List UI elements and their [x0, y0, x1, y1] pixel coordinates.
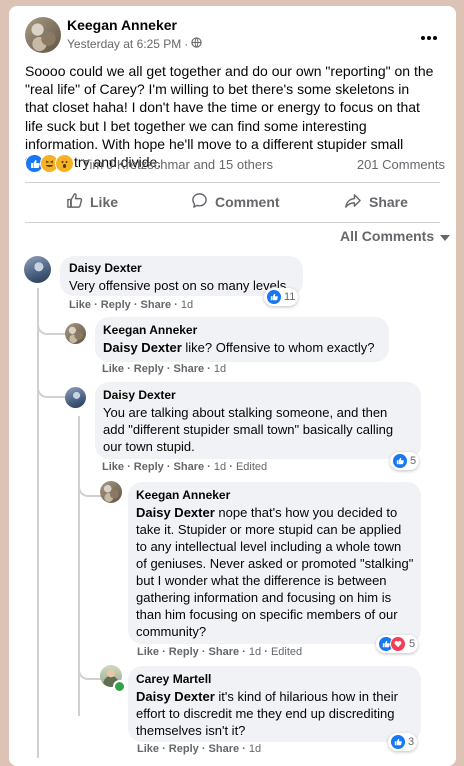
comment-actions: Like · Reply · Share · 1d	[69, 299, 194, 311]
reaction-count-badge[interactable]: 3	[388, 733, 418, 751]
comment-time[interactable]: 1d	[214, 461, 226, 473]
share-link[interactable]: Share	[209, 646, 240, 658]
like-label: Like	[90, 194, 119, 210]
comment-author[interactable]: Keegan Anneker	[103, 323, 197, 337]
sort-label: All Comments	[340, 228, 435, 244]
share-button[interactable]: Share	[344, 192, 408, 212]
like-button[interactable]: Like	[66, 192, 118, 212]
post-card: Keegan Anneker Yesterday at 6:25 PM · So…	[9, 6, 456, 766]
love-reaction-icon	[390, 636, 406, 652]
reply-link[interactable]: Reply	[101, 299, 131, 311]
comment-body: nope that's how you decided to take it. …	[136, 505, 414, 639]
reaction-count-badge[interactable]: 11	[264, 288, 299, 306]
comment-text: Daisy Dexter it's kind of hilarious how …	[136, 688, 414, 739]
share-icon	[344, 192, 362, 212]
post-time[interactable]: Yesterday at 6:25 PM	[67, 37, 181, 51]
comment-label: Comment	[215, 194, 280, 210]
comment-actions: Like · Reply · Share · 1d	[102, 363, 227, 375]
comment-text: You are talking about stalking someone, …	[103, 405, 394, 454]
comment-time[interactable]: 1d	[249, 646, 261, 658]
like-link[interactable]: Like	[137, 646, 159, 658]
reaction-count: 5	[409, 638, 416, 650]
globe-icon	[191, 37, 202, 51]
comment-actions: Like · Reply · Share · 1d · Edited	[102, 461, 268, 473]
comment-author[interactable]: Daisy Dexter	[69, 261, 142, 275]
comments-count[interactable]: 201 Comments	[357, 157, 445, 172]
like-icon	[66, 192, 83, 212]
thread-connector	[78, 666, 102, 680]
post-author[interactable]: Keegan Anneker	[67, 17, 177, 33]
reaction-count: 5	[410, 455, 417, 467]
post-text: Soooo could we all get together and do o…	[25, 63, 434, 171]
like-link[interactable]: Like	[102, 461, 124, 473]
reaction-count: 11	[284, 291, 296, 303]
comment-bubble: Daisy Dexter You are talking about stalk…	[95, 382, 421, 459]
avatar[interactable]	[24, 256, 51, 283]
wow-reaction-icon	[55, 154, 74, 173]
edited-label: Edited	[235, 461, 268, 473]
avatar[interactable]	[65, 323, 86, 344]
reaction-icons[interactable]	[25, 154, 74, 173]
reply-link[interactable]: Reply	[169, 743, 199, 755]
author-avatar[interactable]	[25, 17, 61, 53]
share-link[interactable]: Share	[209, 743, 240, 755]
reactions-summary[interactable]: Tim J Kretzschmar and 15 others	[82, 157, 273, 172]
like-reaction-icon	[391, 735, 405, 749]
post-meta: Yesterday at 6:25 PM ·	[67, 37, 202, 51]
divider	[25, 222, 440, 223]
reaction-count-badge[interactable]: 5	[376, 635, 419, 653]
comment-button[interactable]: Comment	[191, 192, 280, 212]
like-link[interactable]: Like	[69, 299, 91, 311]
comment-bubble: Keegan Anneker Daisy Dexter like? Offens…	[95, 317, 389, 362]
share-link[interactable]: Share	[174, 461, 205, 473]
comment-author[interactable]: Daisy Dexter	[103, 388, 176, 402]
edited-label: Edited	[270, 646, 303, 658]
online-status-indicator	[113, 680, 126, 693]
like-link[interactable]: Like	[102, 363, 124, 375]
comment-bubble: Keegan Anneker Daisy Dexter nope that's …	[128, 482, 421, 644]
share-label: Share	[369, 194, 408, 210]
comment-time[interactable]: 1d	[249, 743, 261, 755]
comment-text: Daisy Dexter nope that's how you decided…	[136, 504, 414, 640]
thread-connector	[37, 321, 67, 335]
share-link[interactable]: Share	[141, 299, 172, 311]
comment-time[interactable]: 1d	[214, 363, 226, 375]
comment-sort-dropdown[interactable]: All Comments	[340, 228, 451, 244]
mention-tag[interactable]: Daisy Dexter	[136, 689, 215, 704]
reaction-count: 3	[408, 736, 415, 748]
comment-time[interactable]: 1d	[181, 299, 193, 311]
like-link[interactable]: Like	[137, 743, 159, 755]
thread-connector	[37, 384, 67, 398]
comment-actions: Like · Reply · Share · 1d · Edited	[137, 646, 303, 658]
share-link[interactable]: Share	[174, 363, 205, 375]
thread-line	[37, 288, 39, 758]
comment-body: like? Offensive to whom exactly?	[181, 340, 375, 355]
separator-dot: ·	[184, 37, 189, 51]
comment-bubble: Carey Martell Daisy Dexter it's kind of …	[128, 666, 421, 742]
comment-author[interactable]: Carey Martell	[136, 672, 211, 686]
comment-author[interactable]: Keegan Anneker	[136, 488, 230, 502]
like-reaction-icon	[267, 290, 281, 304]
comment-actions: Like · Reply · Share · 1d	[137, 743, 262, 755]
comment-icon	[191, 192, 208, 212]
comment-text: Very offensive post on so many levels	[69, 278, 287, 293]
avatar[interactable]	[100, 481, 122, 503]
mention-tag[interactable]: Daisy Dexter	[136, 505, 215, 520]
reaction-count-badge[interactable]: 5	[390, 452, 420, 470]
avatar[interactable]	[65, 387, 86, 408]
mention-tag[interactable]: Daisy Dexter	[103, 340, 182, 355]
more-icon[interactable]	[420, 28, 438, 40]
reply-link[interactable]: Reply	[134, 461, 164, 473]
divider	[25, 182, 440, 183]
reply-link[interactable]: Reply	[169, 646, 199, 658]
chevron-down-icon	[440, 228, 451, 244]
reply-link[interactable]: Reply	[134, 363, 164, 375]
comment-text: Daisy Dexter like? Offensive to whom exa…	[103, 339, 374, 356]
like-reaction-icon	[393, 454, 407, 468]
thread-connector	[78, 483, 102, 497]
